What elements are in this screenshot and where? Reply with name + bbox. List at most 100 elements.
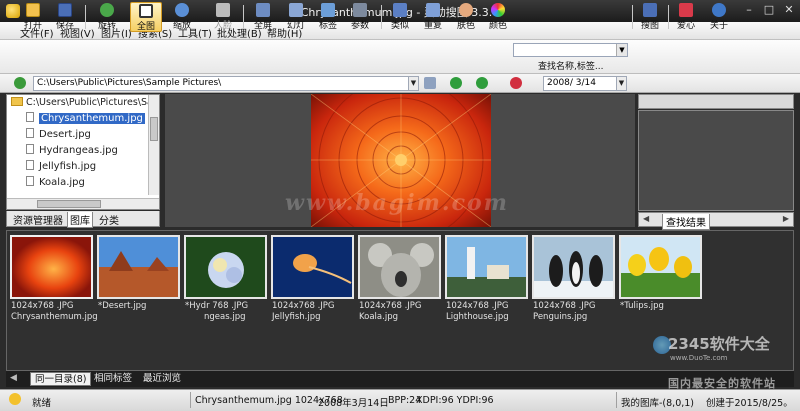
tree-root-label: C:\Users\Public\Pictures\Sa (26, 97, 153, 108)
fit-window-icon (139, 4, 153, 18)
tab-same-folder[interactable]: 同一目录(8) (30, 372, 92, 386)
tab-explorer[interactable]: 资源管理器 (11, 212, 65, 227)
thumbnail-jellyfish[interactable] (271, 235, 354, 299)
zoom-button[interactable]: 缩放 (167, 2, 197, 32)
tab-library[interactable]: 图库 (67, 212, 93, 228)
tree-vertical-scrollbar[interactable] (148, 95, 159, 195)
about-label: 关于 (709, 21, 728, 31)
tab-same-tag[interactable]: 相同标签 (90, 372, 136, 386)
duplicate-button[interactable]: 重复 (418, 2, 448, 32)
tree-item[interactable]: Hydrangeas.jpg (26, 144, 118, 156)
zoom-label: 缩放 (172, 21, 191, 31)
search-image-button[interactable]: 搜图 (636, 2, 664, 32)
thumb-caption-size: *Hydr 768 .JPG (185, 301, 249, 311)
tree-item-label: Hydrangeas.jpg (39, 145, 118, 156)
thumb-caption-size: 1024x768 .JPG (272, 301, 335, 311)
search-dropdown-button[interactable]: ▼ (616, 44, 627, 56)
heart-icon[interactable] (510, 77, 522, 89)
scroll-thumb[interactable] (37, 200, 101, 208)
print-icon[interactable] (424, 77, 436, 89)
forward-arrow-icon[interactable] (476, 77, 488, 89)
tree-item[interactable]: Desert.jpg (26, 128, 91, 140)
tab-scroll-right-icon[interactable]: ▶ (783, 214, 789, 223)
tree-item[interactable]: Jellyfish.jpg (26, 160, 96, 172)
thumbnail-koala[interactable] (358, 235, 441, 299)
left-panel-tabs: 资源管理器 图库 分类 (6, 211, 160, 228)
thumbnail-chrysanthemum[interactable] (10, 235, 93, 299)
tab-scroll-left-icon[interactable]: ◀ (10, 373, 17, 383)
tab-recent[interactable]: 最近浏览 (139, 372, 185, 386)
toolbar-separator (381, 5, 382, 29)
thumbnail-lighthouse[interactable] (445, 235, 528, 299)
tab-category[interactable]: 分类 (97, 212, 121, 227)
tree-item-label: Desert.jpg (39, 129, 91, 140)
duplicate-label: 重复 (423, 21, 442, 31)
tree-item[interactable]: Chrysanthemum.jpg (26, 112, 145, 124)
right-panel-tabs: ◀ 查找结果 ▶ (638, 212, 794, 230)
tag-button[interactable]: 标签 (313, 2, 343, 32)
file-icon (26, 128, 34, 138)
preview-watermark: www.bagim.com (285, 190, 509, 216)
thumb-caption-name: Chrysanthemum.jpg (11, 312, 98, 322)
toolbar-separator (632, 5, 633, 29)
search-caption: 查找名称,标签... (538, 62, 604, 72)
wrench-icon (353, 3, 367, 17)
brand-url: www.DuoTe.com (670, 354, 728, 362)
color-button[interactable]: 颜色 (483, 2, 513, 32)
path-dropdown-button[interactable]: ▼ (408, 76, 419, 91)
folder-tree: C:\Users\Public\Pictures\Sa Chrysanthemu… (6, 94, 160, 210)
color-palette-icon (491, 3, 505, 17)
tree-root[interactable]: C:\Users\Public\Pictures\Sa (11, 97, 153, 108)
status-ready: 就绪 (32, 398, 52, 409)
save-button[interactable]: 保存 (50, 2, 80, 32)
tab-scroll-left-icon[interactable]: ◀ (643, 214, 649, 223)
thumb-caption-size: 1024x768 .JPG (533, 301, 596, 311)
color-label: 颜色 (488, 21, 507, 31)
face-button[interactable]: 人脸 (208, 2, 238, 32)
about-button[interactable]: 关于 (705, 2, 733, 32)
koala-thumb (360, 237, 439, 297)
path-input[interactable]: C:\Users\Public\Pictures\Sample Pictures… (33, 76, 419, 91)
thumb-caption-name: Jellyfish.jpg (272, 312, 321, 322)
status-created: 创建于2015/8/25。 (706, 398, 793, 409)
tag-label: 标签 (318, 21, 337, 31)
tab-search-results[interactable]: 查找结果 (662, 214, 710, 230)
tree-item[interactable]: Koala.jpg (26, 176, 85, 188)
search-input[interactable] (513, 43, 628, 57)
open-button[interactable]: 打开 (18, 2, 48, 32)
fit-button[interactable]: 全图 (130, 2, 162, 32)
thumbnail-hydrangeas[interactable] (184, 235, 267, 299)
tree-horizontal-scrollbar[interactable] (7, 198, 159, 209)
save-icon (58, 3, 72, 17)
brand-logo-text: 2345软件大全 (668, 335, 770, 353)
rotate-label: 旋转 (97, 21, 116, 31)
thumbnail-desert[interactable] (97, 235, 180, 299)
scroll-thumb[interactable] (150, 117, 158, 141)
phone-icon[interactable] (14, 77, 26, 89)
minimize-button[interactable]: – (740, 3, 758, 17)
tree-item-label: Jellyfish.jpg (39, 161, 97, 172)
rotate-button[interactable]: 旋转 (92, 2, 122, 32)
thumbnail-penguins[interactable] (532, 235, 615, 299)
search-results-panel[interactable] (638, 110, 794, 211)
date-input[interactable]: 2008/ 3/14 (543, 76, 617, 91)
info-icon (712, 3, 726, 17)
lighthouse-thumb (447, 237, 526, 297)
date-dropdown-button[interactable]: ▼ (616, 76, 627, 91)
status-separator (616, 392, 617, 408)
favorite-button[interactable]: 爱心 (672, 2, 700, 32)
fullscreen-button[interactable]: 全屏 (248, 2, 278, 32)
close-button[interactable]: ✕ (780, 3, 798, 17)
params-button[interactable]: 参数 (345, 2, 375, 32)
back-arrow-icon[interactable] (450, 77, 462, 89)
thumbnail-tulips[interactable] (619, 235, 702, 299)
slideshow-button[interactable]: 幻灯 (281, 2, 311, 32)
similar-button[interactable]: 类似 (385, 2, 415, 32)
maximize-button[interactable]: □ (760, 3, 778, 17)
right-panel-header (638, 94, 794, 109)
search-image-label: 搜图 (640, 21, 659, 31)
file-icon (26, 176, 34, 186)
skin-button[interactable]: 肤色 (451, 2, 481, 32)
slideshow-icon (289, 3, 303, 17)
thumb-caption-size: 1024x768 .JPG (11, 301, 74, 311)
